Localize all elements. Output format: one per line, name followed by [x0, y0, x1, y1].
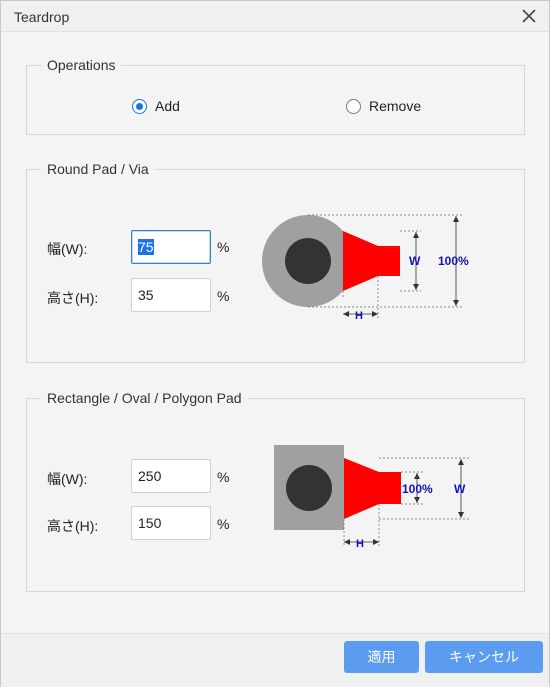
round-w-label: W — [409, 254, 421, 268]
title-bar: Teardrop — [1, 1, 549, 32]
rect-pad-hole — [286, 465, 332, 511]
round-pad-legend: Round Pad / Via — [47, 161, 149, 177]
rect-100pct-label: 100% — [402, 482, 433, 496]
teardrop-dialog: Teardrop Operations Add Remove Round Pad… — [0, 0, 550, 687]
operations-group: Operations — [26, 57, 525, 135]
rect-width-label: 幅(W): — [47, 471, 88, 487]
round-height-unit: % — [217, 288, 230, 304]
rect-w-label: W — [454, 482, 466, 496]
rect-height-label: 高さ(H): — [47, 518, 99, 534]
round-height-input[interactable] — [131, 278, 211, 312]
round-h-label: H — [355, 310, 363, 322]
radio-remove[interactable]: Remove — [346, 98, 421, 114]
rect-pad-legend: Rectangle / Oval / Polygon Pad — [47, 390, 242, 406]
round-height-label: 高さ(H): — [47, 290, 99, 306]
round-width-label: 幅(W): — [47, 241, 88, 257]
rect-pad-diagram: 100% W H — [274, 445, 469, 550]
apply-button[interactable]: 適用 — [344, 641, 419, 673]
rect-height-unit: % — [217, 516, 230, 532]
rect-height-input[interactable] — [131, 506, 211, 540]
radio-add-indicator[interactable] — [132, 98, 147, 114]
radio-add-label: Add — [155, 98, 180, 114]
round-width-unit: % — [217, 239, 230, 255]
dialog-title: Teardrop — [14, 9, 70, 25]
radio-remove-indicator[interactable] — [346, 98, 361, 114]
round-100pct-label: 100% — [438, 254, 469, 268]
round-teardrop-shape — [343, 231, 378, 291]
rect-teardrop-shape — [344, 458, 379, 519]
round-pad-hole — [285, 238, 331, 284]
round-pad-diagram: W 100% H — [262, 214, 469, 322]
operations-legend: Operations — [47, 57, 116, 73]
round-width-input[interactable] — [131, 230, 211, 264]
close-icon — [522, 9, 536, 23]
rect-width-unit: % — [217, 469, 230, 485]
radio-add[interactable]: Add — [132, 98, 180, 114]
round-track-shape — [378, 246, 400, 276]
rect-width-input[interactable] — [131, 459, 211, 493]
cancel-button[interactable]: キャンセル — [425, 641, 543, 673]
radio-remove-label: Remove — [369, 98, 422, 114]
dialog-footer: 適用 キャンセル — [1, 633, 549, 687]
close-button[interactable] — [517, 5, 541, 27]
rect-h-label: H — [356, 538, 364, 550]
rect-track-shape — [379, 472, 401, 504]
